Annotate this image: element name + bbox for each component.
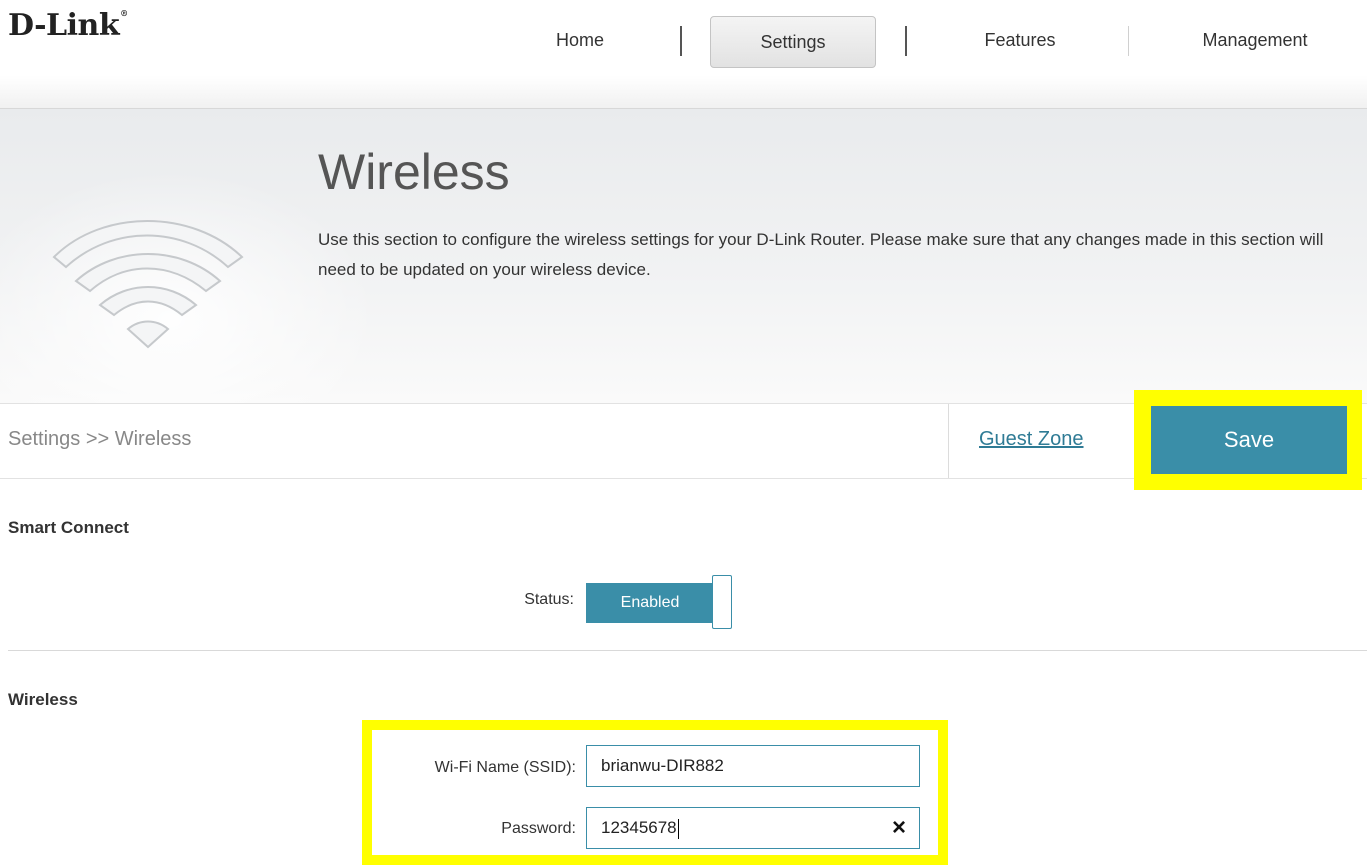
dlink-logo[interactable]: D-Link® — [8, 8, 128, 43]
guest-zone-box: Guest Zone — [948, 404, 1133, 478]
text-caret — [677, 818, 679, 839]
section-divider — [8, 650, 1367, 651]
guest-zone-link[interactable]: Guest Zone — [979, 428, 1084, 451]
wifi-icon — [52, 220, 244, 349]
status-label: Status: — [524, 591, 574, 608]
page-description: Use this section to configure the wirele… — [318, 230, 1324, 279]
ssid-input[interactable]: brianwu-DIR882 — [586, 745, 920, 787]
page-title: Wireless — [318, 144, 510, 200]
breadcrumb: Settings >> Wireless — [8, 428, 192, 450]
nav-separator — [1128, 26, 1129, 56]
nav-separator — [680, 26, 682, 56]
nav-separator — [905, 26, 907, 56]
nav-management[interactable]: Management — [1170, 14, 1340, 66]
toggle-knob[interactable] — [712, 575, 732, 629]
nav-features[interactable]: Features — [960, 14, 1080, 66]
page-banner: Wireless Use this section to configure t… — [0, 109, 1367, 403]
registered-mark: ® — [120, 8, 128, 18]
top-header: D-Link® Home Settings Features Managemen… — [0, 0, 1367, 109]
ssid-label: Wi-Fi Name (SSID): — [434, 759, 576, 776]
smart-connect-toggle[interactable]: Enabled — [586, 575, 734, 629]
logo-text: D-Link — [8, 8, 120, 43]
nav-home[interactable]: Home — [520, 14, 640, 66]
nav-settings[interactable]: Settings — [710, 16, 876, 68]
section-title-wireless: Wireless — [8, 690, 78, 709]
password-value: 12345678 — [601, 818, 677, 837]
password-label: Password: — [501, 820, 576, 837]
toggle-enabled-label: Enabled — [586, 583, 714, 623]
clear-icon[interactable]: × — [884, 812, 914, 844]
save-button[interactable]: Save — [1151, 406, 1347, 474]
ssid-value: brianwu-DIR882 — [601, 756, 724, 775]
password-input[interactable]: 12345678 — [586, 807, 920, 849]
section-title-smart-connect: Smart Connect — [8, 518, 129, 537]
